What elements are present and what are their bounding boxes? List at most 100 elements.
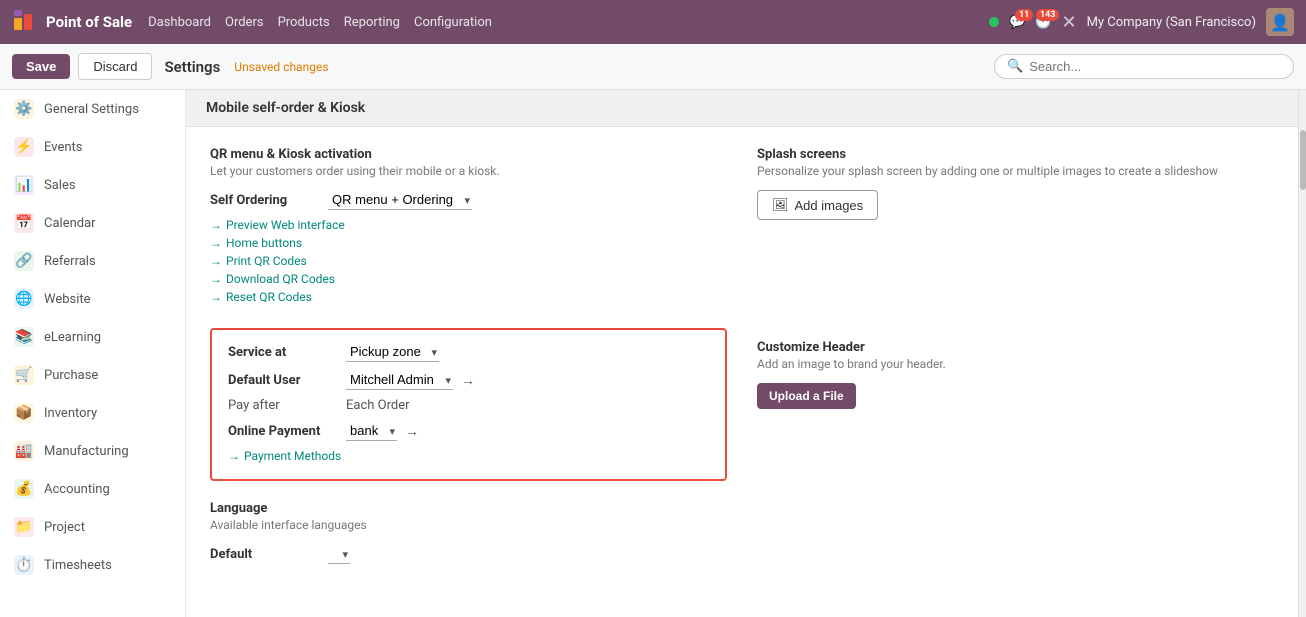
self-ordering-row: Self Ordering QR menu + Ordering: [210, 190, 727, 210]
language-select[interactable]: [328, 544, 350, 564]
sidebar-item-manufacturing[interactable]: 🏭 Manufacturing: [0, 432, 185, 470]
nav-products[interactable]: Products: [278, 15, 330, 30]
default-user-nav-arrow[interactable]: →: [461, 372, 475, 389]
sidebar-item-project[interactable]: 📁 Project: [0, 508, 185, 546]
image-icon: 🖼: [772, 197, 789, 213]
scrollbar-thumb[interactable]: [1300, 130, 1306, 190]
timesheets-icon: ⏱️: [14, 555, 34, 575]
home-buttons-link[interactable]: Home buttons: [210, 236, 727, 250]
calendar-icon: 📅: [14, 213, 34, 233]
qr-block-title: QR menu & Kiosk activation: [210, 147, 727, 162]
pay-after-value: Each Order: [346, 398, 410, 413]
self-ordering-select[interactable]: QR menu + Ordering: [328, 190, 472, 210]
content-area: Mobile self-order & Kiosk QR menu & Kios…: [186, 90, 1298, 617]
top-navigation: Point of Sale Dashboard Orders Products …: [0, 0, 1306, 44]
content-inner: QR menu & Kiosk activation Let your cust…: [186, 127, 1298, 608]
sidebar-item-referrals[interactable]: 🔗 Referrals: [0, 242, 185, 280]
sidebar-item-sales[interactable]: 📊 Sales: [0, 166, 185, 204]
online-payment-label: Online Payment: [228, 424, 338, 439]
sidebar-label-events: Events: [44, 140, 82, 155]
messages-badge: 11: [1015, 9, 1033, 21]
qr-block: QR menu & Kiosk activation Let your cust…: [210, 147, 727, 304]
splash-desc: Personalize your splash screen by adding…: [757, 164, 1274, 178]
search-icon: 🔍: [1007, 59, 1023, 74]
service-at-select-wrapper: Pickup zone: [346, 342, 439, 362]
sidebar-item-purchase[interactable]: 🛒 Purchase: [0, 356, 185, 394]
splash-title: Splash screens: [757, 147, 1274, 162]
print-qr-link[interactable]: Print QR Codes: [210, 254, 727, 268]
language-default-row: Default: [210, 544, 727, 564]
sidebar-label-general-settings: General Settings: [44, 102, 139, 117]
pos-logo-icon: [12, 8, 40, 36]
online-payment-nav-arrow[interactable]: →: [405, 423, 419, 440]
general-settings-icon: ⚙️: [14, 99, 34, 119]
nav-configuration[interactable]: Configuration: [414, 15, 492, 30]
online-payment-select[interactable]: bank: [346, 421, 397, 441]
preview-web-link[interactable]: Preview Web interface: [210, 218, 727, 232]
language-desc: Available interface languages: [210, 518, 727, 532]
sidebar-label-website: Website: [44, 292, 91, 307]
default-user-select[interactable]: Mitchell Admin: [346, 370, 453, 390]
service-at-row: Service at Pickup zone: [228, 342, 709, 362]
splash-block: Splash screens Personalize your splash s…: [757, 147, 1274, 220]
close-icon: ✕: [1061, 12, 1076, 33]
user-avatar[interactable]: 👤: [1266, 8, 1294, 36]
sidebar-label-referrals: Referrals: [44, 254, 96, 269]
upload-file-button[interactable]: Upload a File: [757, 383, 856, 409]
sidebar-item-elearning[interactable]: 📚 eLearning: [0, 318, 185, 356]
sidebar: ⚙️ General Settings ⚡ Events 📊 Sales 📅 C…: [0, 90, 186, 617]
language-title: Language: [210, 501, 727, 516]
sidebar-item-calendar[interactable]: 📅 Calendar: [0, 204, 185, 242]
self-ordering-select-wrapper: QR menu + Ordering: [328, 190, 472, 210]
customize-header-title: Customize Header: [757, 340, 1274, 355]
right-scrollbar: [1298, 90, 1306, 617]
language-select-wrapper: [328, 544, 350, 564]
project-icon: 📁: [14, 517, 34, 537]
app-logo[interactable]: Point of Sale: [12, 8, 132, 36]
payment-methods-link[interactable]: Payment Methods: [228, 449, 709, 463]
sidebar-item-inventory[interactable]: 📦 Inventory: [0, 394, 185, 432]
accounting-icon: 💰: [14, 479, 34, 499]
sidebar-label-accounting: Accounting: [44, 482, 110, 497]
sidebar-label-elearning: eLearning: [44, 330, 101, 345]
language-block: Language Available interface languages D…: [210, 501, 727, 564]
sidebar-item-events[interactable]: ⚡ Events: [0, 128, 185, 166]
pay-after-label: Pay after: [228, 398, 338, 413]
default-user-row: Default User Mitchell Admin →: [228, 370, 709, 390]
nav-orders[interactable]: Orders: [225, 15, 264, 30]
search-input[interactable]: [1029, 59, 1281, 74]
sidebar-item-general-settings[interactable]: ⚙️ General Settings: [0, 90, 185, 128]
nav-reporting[interactable]: Reporting: [344, 15, 400, 30]
settings-grid: QR menu & Kiosk activation Let your cust…: [210, 147, 1274, 588]
download-qr-link[interactable]: Download QR Codes: [210, 272, 727, 286]
nav-dashboard[interactable]: Dashboard: [148, 15, 211, 30]
toolbar-title: Settings: [164, 58, 220, 76]
activity-button[interactable]: 🕐 143: [1035, 15, 1051, 30]
service-at-select[interactable]: Pickup zone: [346, 342, 439, 362]
messages-button[interactable]: 💬 11: [1009, 15, 1025, 30]
reset-qr-link[interactable]: Reset QR Codes: [210, 290, 727, 304]
add-images-label: Add images: [795, 198, 864, 213]
sidebar-label-purchase: Purchase: [44, 368, 98, 383]
settings-left-col: QR menu & Kiosk activation Let your cust…: [210, 147, 727, 588]
manufacturing-icon: 🏭: [14, 441, 34, 461]
inventory-icon: 📦: [14, 403, 34, 423]
events-icon: ⚡: [14, 137, 34, 157]
discard-button[interactable]: Discard: [78, 53, 152, 80]
purchase-icon: 🛒: [14, 365, 34, 385]
self-ordering-label: Self Ordering: [210, 193, 320, 208]
save-button[interactable]: Save: [12, 54, 70, 79]
add-images-button[interactable]: 🖼 Add images: [757, 190, 878, 220]
qr-block-desc: Let your customers order using their mob…: [210, 164, 727, 178]
status-indicator: [989, 17, 999, 27]
referrals-icon: 🔗: [14, 251, 34, 271]
sidebar-item-timesheets[interactable]: ⏱️ Timesheets: [0, 546, 185, 584]
company-name[interactable]: My Company (San Francisco): [1087, 15, 1256, 30]
default-user-label: Default User: [228, 373, 338, 388]
elearning-icon: 📚: [14, 327, 34, 347]
sidebar-item-website[interactable]: 🌐 Website: [0, 280, 185, 318]
sales-icon: 📊: [14, 175, 34, 195]
search-bar: 🔍: [994, 54, 1294, 79]
activity-badge: 143: [1036, 9, 1060, 21]
sidebar-item-accounting[interactable]: 💰 Accounting: [0, 470, 185, 508]
